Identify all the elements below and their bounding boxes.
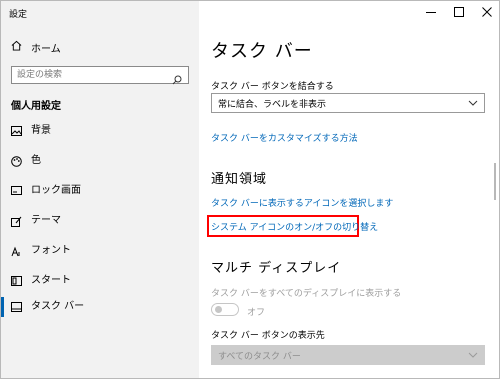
show-on-all-displays-label: タスク バーをすべてのディスプレイに表示する [211, 289, 402, 299]
sidebar-item-font[interactable]: フォント [1, 236, 199, 266]
sidebar-item-color[interactable]: 色 [1, 146, 199, 176]
page-title: タスク バー [211, 41, 313, 62]
toggle-state-label: オフ [247, 308, 266, 318]
search-icon[interactable] [172, 70, 182, 89]
buttons-where-dropdown[interactable]: すべてのタスク バー [211, 345, 485, 365]
home-label: ホーム [31, 43, 61, 55]
active-indicator [1, 297, 4, 317]
combine-selected: 常に結合、ラベルを非表示 [218, 99, 327, 110]
sidebar-item-label: タスク バー [31, 301, 85, 312]
combine-label: タスク バー ボタンを結合する [211, 82, 334, 92]
image-icon [10, 125, 22, 137]
sidebar-item-theme[interactable]: テーマ [1, 206, 199, 236]
minimize-icon [426, 2, 436, 21]
multi-display-title: マルチ ディスプレイ [211, 261, 342, 276]
main-content: タスク バー タスク バー ボタンを結合する 常に結合、ラベルを非表示 タスク … [199, 1, 499, 378]
window-controls [417, 1, 499, 21]
section-label: 個人用設定 [11, 101, 61, 112]
settings-window: 設定 ホーム 個人用設定 背景 色 [0, 0, 500, 379]
lock-screen-icon [10, 185, 22, 197]
search-box[interactable] [11, 66, 189, 85]
buttons-where-label: タスク バー ボタンの表示先 [211, 331, 325, 341]
sidebar-item-label: 背景 [31, 125, 51, 136]
sidebar-item-background[interactable]: 背景 [1, 116, 199, 146]
app-title: 設定 [9, 10, 28, 20]
combine-dropdown[interactable]: 常に結合、ラベルを非表示 [211, 93, 485, 113]
show-on-all-displays-toggle[interactable] [211, 303, 239, 316]
buttons-where-selected: すべてのタスク バー [218, 351, 301, 362]
toggle-knob [215, 306, 222, 313]
start-icon [10, 275, 22, 287]
close-icon [482, 2, 492, 21]
notification-area-title: 通知領域 [211, 172, 268, 187]
sidebar-item-label: テーマ [31, 215, 61, 226]
sidebar-item-lock-screen[interactable]: ロック画面 [1, 176, 199, 206]
maximize-icon [454, 2, 464, 21]
sidebar: 設定 ホーム 個人用設定 背景 色 [1, 1, 199, 378]
sidebar-item-taskbar[interactable]: タスク バー [1, 292, 199, 322]
customize-taskbar-link[interactable]: タスク バーをカスタマイズする方法 [211, 131, 358, 144]
taskbar-icon [10, 301, 22, 313]
chevron-down-icon [468, 350, 478, 363]
sidebar-item-label: ロック画面 [31, 185, 81, 196]
palette-icon [10, 155, 22, 167]
search-input[interactable] [12, 67, 162, 83]
maximize-button[interactable] [445, 1, 473, 21]
system-icons-toggle-link[interactable]: システム アイコンのオン/オフの切り替え [211, 220, 378, 233]
close-button[interactable] [473, 1, 499, 21]
sidebar-item-label: スタート [31, 275, 71, 286]
chevron-down-icon [468, 98, 478, 111]
scrollbar-thumb[interactable] [494, 163, 496, 200]
font-icon [10, 245, 22, 257]
sidebar-item-label: 色 [31, 155, 41, 166]
home-icon [11, 40, 22, 54]
theme-icon [10, 215, 22, 227]
minimize-button[interactable] [417, 1, 445, 21]
sidebar-item-label: フォント [31, 245, 71, 256]
select-icons-link[interactable]: タスク バーに表示するアイコンを選択します [211, 196, 393, 209]
home-nav-item[interactable]: ホーム [11, 39, 61, 55]
